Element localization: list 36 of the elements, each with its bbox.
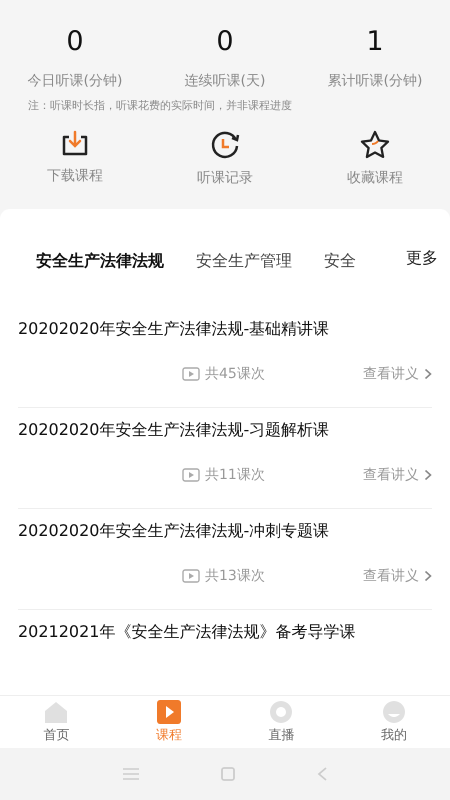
stat-label: 连续听课(天)	[184, 72, 266, 90]
lesson-count: 共13课次	[205, 567, 265, 585]
course-title[interactable]: 20212021年《安全生产法律法规》备考导学课	[18, 620, 432, 644]
category-tab[interactable]: 安全生产法律法规	[36, 250, 164, 272]
lesson-count: 共11课次	[205, 466, 265, 484]
play-icon	[156, 700, 182, 724]
course-title[interactable]: 20202020年安全生产法律法规-冲刺专题课	[18, 519, 432, 543]
stat-value: 0	[216, 25, 234, 59]
star-icon[interactable]	[359, 129, 391, 161]
course-title[interactable]: 20202020年安全生产法律法规-基础精讲课	[18, 317, 432, 341]
course-title[interactable]: 20202020年安全生产法律法规-习题解析课	[18, 418, 432, 442]
chevron-icon	[424, 570, 432, 582]
nav-tab[interactable]: 首页	[0, 700, 112, 744]
video-icon	[182, 468, 200, 482]
live-icon	[268, 700, 294, 724]
chevron-icon	[424, 469, 432, 481]
stat-value: 1	[366, 25, 384, 59]
nav-tab[interactable]: 直播	[225, 700, 338, 744]
shortcut-label[interactable]: 听课记录	[197, 169, 253, 187]
user-icon	[380, 700, 407, 724]
category-tab[interactable]: 安全	[324, 250, 356, 272]
shortcut-label[interactable]: 收藏课程	[347, 169, 403, 187]
stat-value: 0	[66, 25, 84, 59]
stat-label: 累计听课(分钟)	[328, 72, 422, 90]
note-text: 注：听课时长指，听课花费的实际时间，并非课程进度	[27, 98, 293, 113]
video-icon	[182, 367, 200, 381]
chevron-icon	[424, 368, 432, 380]
more-link[interactable]: 更多	[406, 248, 438, 268]
stat-label: 今日听课(分钟)	[28, 72, 122, 90]
lesson-count: 共45课次	[205, 365, 265, 383]
clock-icon[interactable]	[209, 129, 241, 161]
shortcut-label[interactable]: 下载课程	[47, 167, 103, 185]
house-icon	[43, 700, 70, 724]
nav-tab[interactable]: 我的	[338, 700, 450, 744]
category-tab[interactable]: 安全生产管理	[196, 250, 292, 272]
video-icon	[182, 569, 200, 583]
